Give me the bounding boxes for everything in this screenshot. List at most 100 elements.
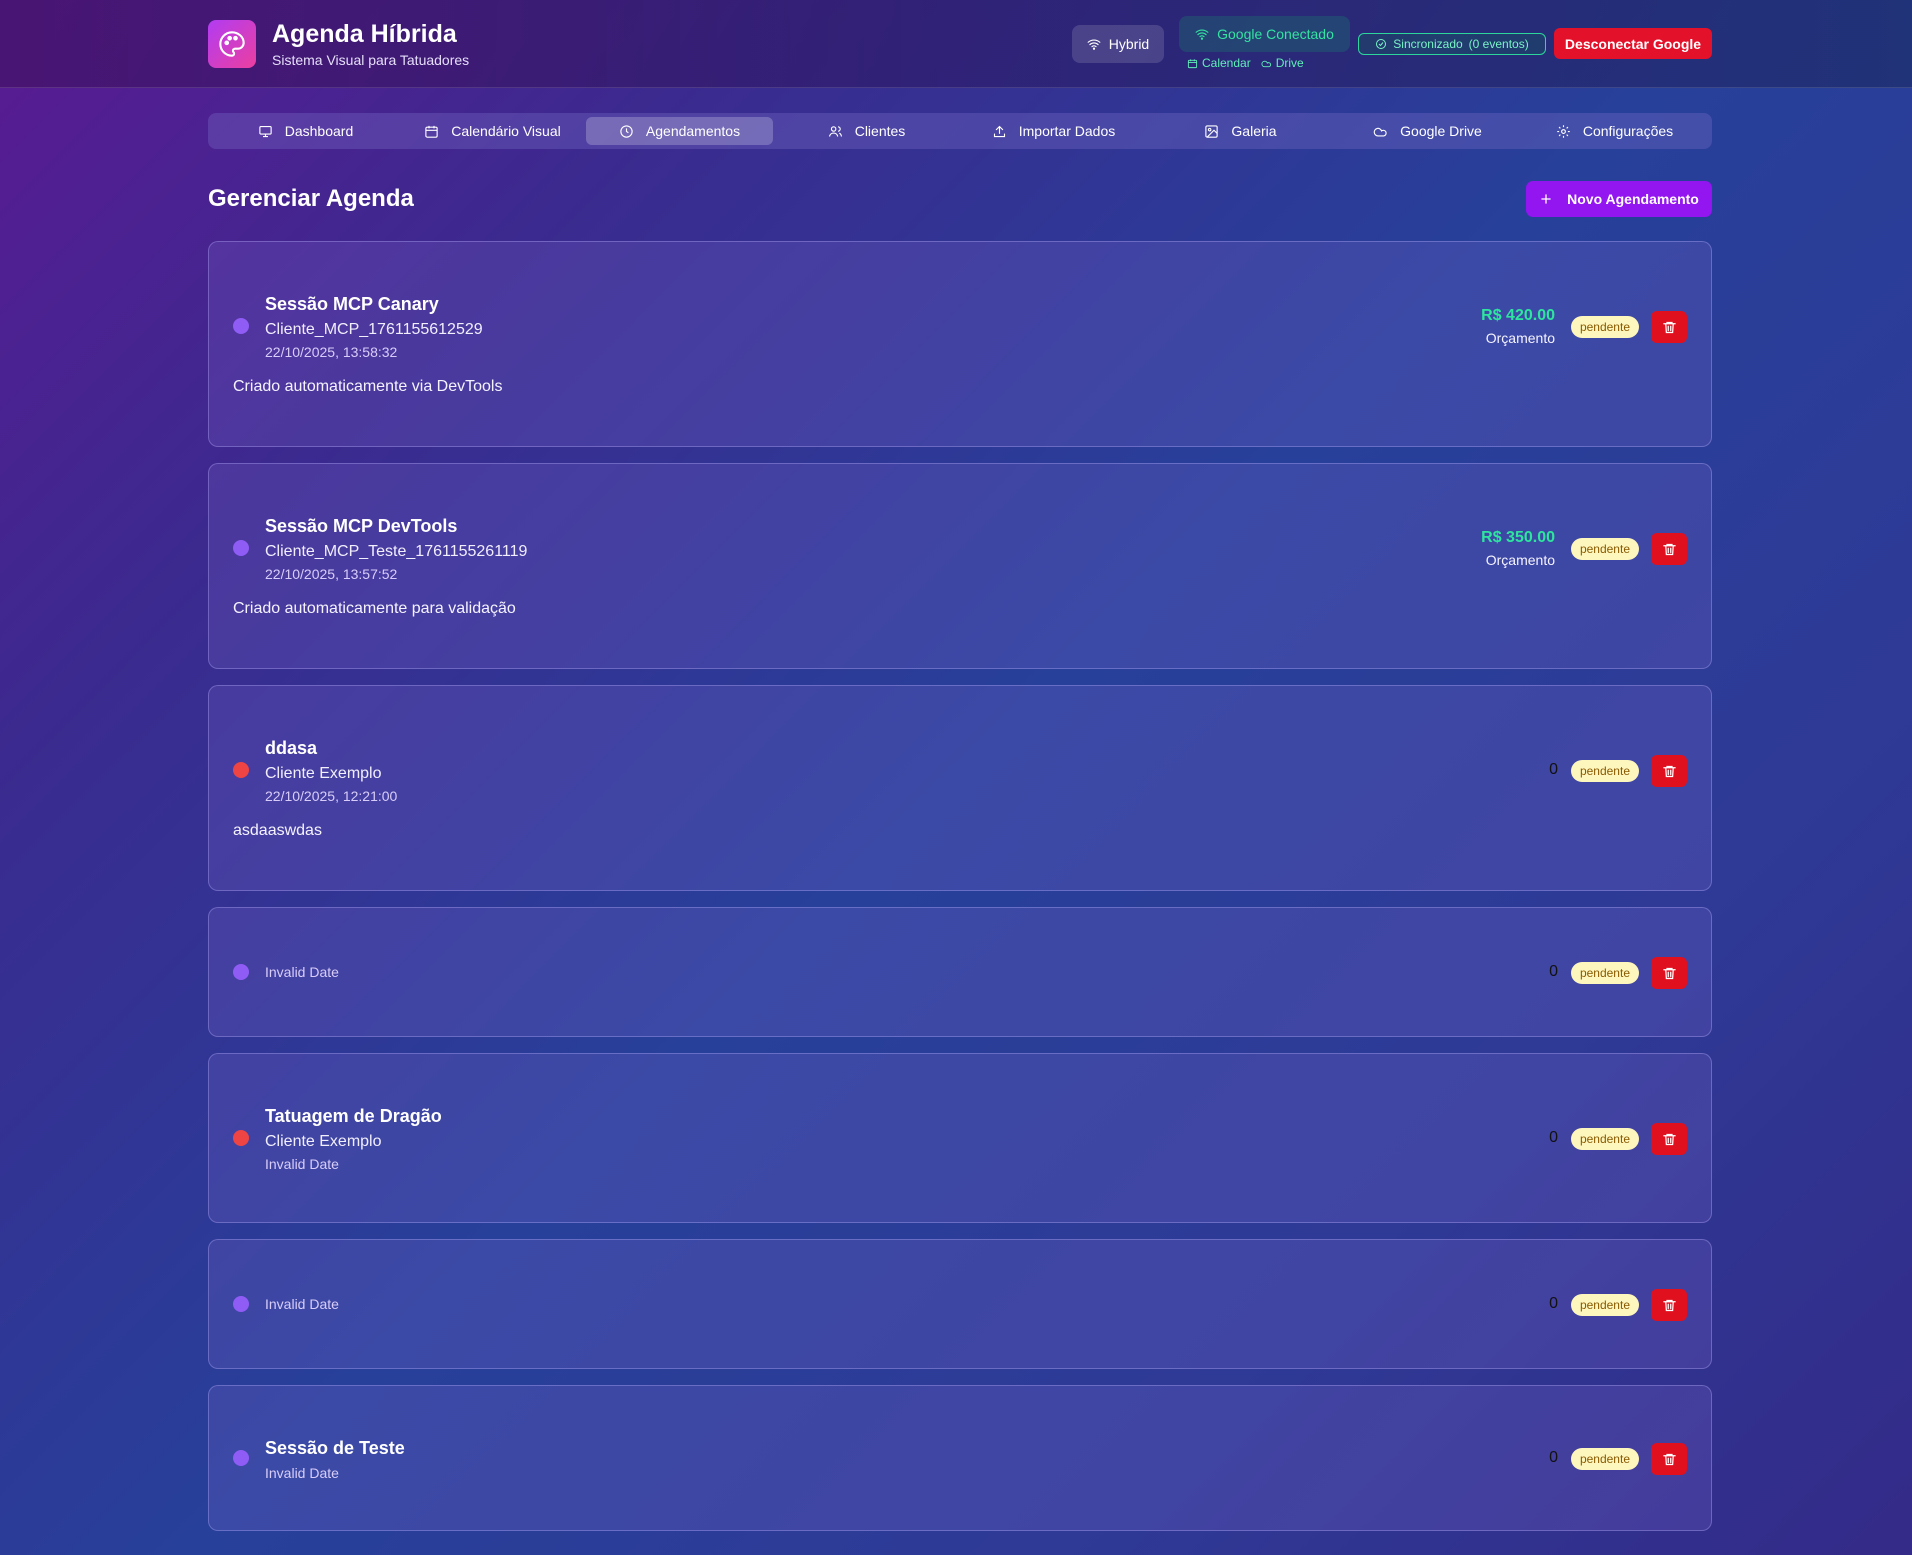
appointment-card[interactable]: Tatuagem de Dragão Cliente Exemplo Inval… (208, 1053, 1712, 1223)
tab-google-drive[interactable]: Google Drive (1334, 117, 1521, 145)
appointment-card[interactable]: Invalid Date 0 pendente (208, 907, 1712, 1037)
tab-importar-dados[interactable]: Importar Dados (960, 117, 1147, 145)
appointment-price: R$ 350.00 (1481, 529, 1555, 546)
appointment-card[interactable]: Sessão MCP DevTools Cliente_MCP_Teste_17… (208, 463, 1712, 669)
top-header: Agenda Híbrida Sistema Visual para Tatua… (0, 0, 1912, 88)
appointment-date: 22/10/2025, 13:58:32 (265, 344, 398, 360)
trash-icon (1662, 967, 1676, 979)
calendar-icon (425, 125, 438, 138)
gear-icon (1557, 124, 1570, 138)
calendar-icon (1187, 58, 1198, 68)
wifi-icon (1195, 29, 1209, 40)
delete-button[interactable] (1651, 755, 1687, 787)
status-dot (233, 964, 249, 980)
mode-label: Hybrid (1108, 36, 1150, 52)
appointment-client: Cliente Exemplo (265, 1133, 382, 1150)
status-badge: pendente (1570, 962, 1639, 984)
appointment-client: Cliente_MCP_Teste_1761155261119 (265, 543, 528, 560)
appointment-notes: Criado automaticamente via DevTools (233, 378, 503, 395)
appointment-date: Invalid Date (265, 1296, 339, 1312)
appointment-title: Sessão de Teste (265, 1438, 405, 1458)
status-dot (233, 318, 249, 334)
appointment-value: 0 (1549, 761, 1558, 778)
tab-dashboard[interactable]: Dashboard (212, 117, 399, 145)
monitor-icon (259, 125, 272, 137)
tab-calendario-visual[interactable]: Calendário Visual (399, 117, 586, 145)
appointment-client: Cliente_MCP_1761155612529 (265, 321, 483, 338)
status-badge: pendente (1570, 1294, 1639, 1316)
status-dot (233, 762, 249, 778)
plus-icon (1541, 194, 1551, 204)
delete-button[interactable] (1651, 1289, 1687, 1321)
status-dot (233, 1296, 249, 1312)
google-status-label: Google Conectado (1217, 26, 1334, 42)
new-appointment-button[interactable]: Novo Agendamento (1526, 181, 1712, 217)
mode-indicator[interactable]: Hybrid (1072, 25, 1164, 63)
page-title: Gerenciar Agenda (208, 185, 414, 212)
appointment-date: 22/10/2025, 12:21:00 (265, 788, 398, 804)
trash-icon (1662, 765, 1676, 777)
appointment-date: Invalid Date (265, 1156, 339, 1172)
delete-button[interactable] (1651, 1123, 1687, 1155)
trash-icon (1662, 321, 1676, 333)
appointment-price: R$ 420.00 (1481, 307, 1555, 324)
status-badge: pendente (1570, 316, 1639, 338)
sync-label: Sincronizado (1393, 37, 1463, 51)
status-dot (233, 1130, 249, 1146)
app-logo (208, 20, 256, 68)
delete-button[interactable] (1651, 1443, 1687, 1475)
google-services: Calendar Drive (1187, 56, 1304, 70)
delete-button[interactable] (1651, 311, 1687, 343)
appointment-date: Invalid Date (265, 964, 339, 980)
appointment-title: Tatuagem de Dragão (265, 1106, 442, 1126)
appointment-value: 0 (1549, 1129, 1558, 1146)
appointment-card[interactable]: Sessão MCP Canary Cliente_MCP_1761155612… (208, 241, 1712, 447)
palette-icon (219, 31, 245, 57)
appointment-title: Sessão MCP DevTools (265, 516, 458, 536)
disconnect-google-button[interactable]: Desconectar Google (1554, 28, 1712, 59)
status-badge: pendente (1570, 1128, 1639, 1150)
appointment-date: 22/10/2025, 13:57:52 (265, 566, 398, 582)
main-nav: Dashboard Calendário Visual Agendamentos… (208, 113, 1712, 149)
tab-agendamentos[interactable]: Agendamentos (586, 117, 773, 145)
appointment-notes: asdaaswdas (233, 822, 322, 839)
appointment-card[interactable]: Invalid Date 0 pendente (208, 1239, 1712, 1369)
price-label: Orçamento (1485, 330, 1555, 346)
status-badge: pendente (1570, 538, 1639, 560)
appointment-value: 0 (1549, 963, 1558, 980)
tab-clientes[interactable]: Clientes (773, 117, 960, 145)
appointment-title: Sessão MCP Canary (265, 294, 439, 314)
appointment-card[interactable]: Sessão de Teste Invalid Date 0 pendente (208, 1385, 1712, 1531)
sync-status-badge: Sincronizado (0 eventos) (1358, 33, 1546, 55)
appointment-title: ddasa (265, 738, 318, 758)
google-status: Google Conectado (1179, 16, 1350, 52)
delete-button[interactable] (1651, 957, 1687, 989)
appointment-value: 0 (1549, 1449, 1558, 1466)
price-label: Orçamento (1485, 552, 1555, 568)
appointment-card[interactable]: ddasa Cliente Exemplo 22/10/2025, 12:21:… (208, 685, 1712, 891)
status-dot (233, 1450, 249, 1466)
check-circle-icon (1376, 39, 1387, 49)
tab-galeria[interactable]: Galeria (1147, 117, 1334, 145)
app-subtitle: Sistema Visual para Tatuadores (272, 52, 470, 68)
upload-icon (993, 125, 1005, 137)
trash-icon (1662, 1453, 1676, 1465)
status-badge: pendente (1570, 1448, 1639, 1470)
cloud-icon (1373, 127, 1387, 136)
trash-icon (1662, 1299, 1676, 1311)
sync-count: (0 eventos) (1468, 37, 1529, 51)
status-dot (233, 540, 249, 556)
users-icon (828, 125, 842, 137)
appointment-client: Cliente Exemplo (265, 765, 382, 782)
clock-icon (620, 124, 633, 138)
delete-button[interactable] (1651, 533, 1687, 565)
google-service-calendar: Calendar (1187, 56, 1251, 70)
cloud-icon (1261, 60, 1271, 67)
tab-configuracoes[interactable]: Configurações (1521, 117, 1708, 145)
trash-icon (1662, 1133, 1676, 1145)
image-icon (1205, 124, 1219, 138)
app-title: Agenda Híbrida (272, 20, 457, 48)
appointment-notes: Criado automaticamente para validação (233, 600, 516, 617)
trash-icon (1662, 543, 1676, 555)
status-badge: pendente (1570, 760, 1639, 782)
